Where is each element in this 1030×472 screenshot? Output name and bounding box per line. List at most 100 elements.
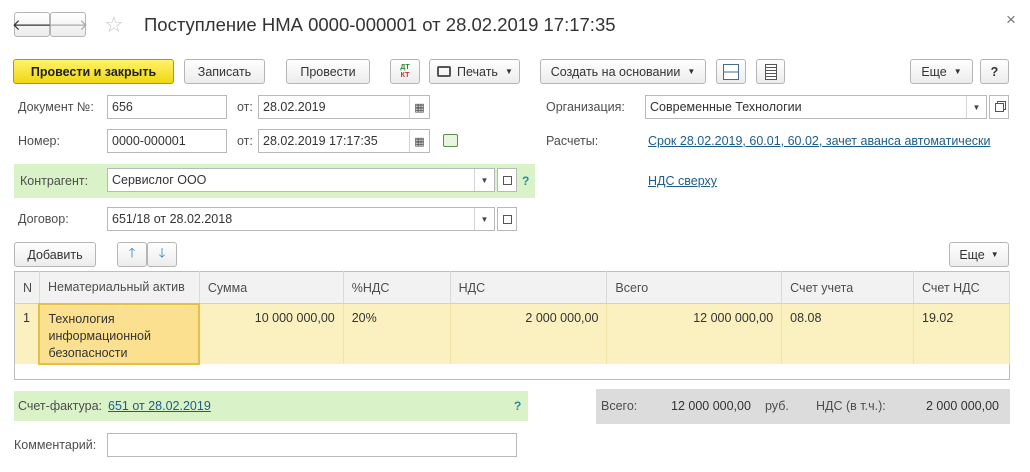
comment-field[interactable]: [107, 433, 517, 457]
number-date-label: от:: [237, 134, 253, 148]
doc-no-label: Документ №:: [18, 100, 94, 114]
col-vat-rate[interactable]: %НДС: [343, 271, 451, 304]
vat-total-label: НДС (в т.ч.):: [816, 399, 886, 413]
contract-field[interactable]: 651/18 от 28.02.2018 ▼: [107, 207, 495, 231]
chevron-down-icon[interactable]: ▼: [474, 169, 494, 191]
counterparty-value: Сервислог ООО: [112, 173, 207, 187]
more-button[interactable]: Еще ▼: [910, 59, 973, 84]
settlements-link[interactable]: Срок 28.02.2019, 60.01, 60.02, зачет ава…: [648, 134, 990, 148]
counterparty-label: Контрагент:: [20, 174, 89, 188]
calendar-icon[interactable]: ▦: [409, 96, 429, 118]
back-button[interactable]: 🡐: [11, 12, 53, 37]
invoice-label: Счет-фактура:: [18, 399, 103, 413]
more-label: Еще: [921, 64, 947, 79]
open-icon: [994, 102, 1004, 112]
print-button[interactable]: Печать ▼: [429, 59, 520, 84]
number-label: Номер:: [18, 134, 60, 148]
table-row[interactable]: 1 Технология информационной безопасности…: [14, 302, 1010, 365]
assets-table: N Нематериальный актив Сумма %НДС НДС Вс…: [14, 271, 1010, 380]
create-based-label: Создать на основании: [550, 64, 681, 79]
doc-no-field[interactable]: 656: [107, 95, 227, 119]
structure-icon: [723, 63, 739, 80]
forward-button[interactable]: 🡒: [47, 12, 89, 37]
doc-date-label: от:: [237, 100, 253, 114]
total-value: 12 000 000,00: [671, 399, 751, 413]
edit-number-icon[interactable]: [443, 134, 458, 147]
calendar-icon[interactable]: ▦: [409, 130, 429, 152]
open-contract-button[interactable]: [497, 207, 517, 231]
create-based-on-button[interactable]: Создать на основании ▼: [540, 59, 706, 84]
col-n[interactable]: N: [14, 271, 40, 304]
arrow-left-icon: 🡐: [11, 17, 53, 34]
printer-icon: [437, 66, 451, 77]
report-button[interactable]: [756, 59, 785, 84]
total-label: Всего:: [601, 399, 638, 413]
open-icon: [502, 175, 512, 185]
post-and-close-button[interactable]: Провести и закрыть: [13, 59, 174, 84]
favorite-star-icon[interactable]: ☆: [104, 12, 124, 38]
arrow-right-icon: 🡒: [47, 17, 89, 34]
chevron-down-icon: ▼: [990, 250, 999, 259]
report-icon: [764, 63, 777, 80]
comment-label: Комментарий:: [14, 438, 97, 452]
page-title: Поступление НМА 0000-000001 от 28.02.201…: [144, 14, 616, 35]
doc-date-value: 28.02.2019: [263, 100, 326, 114]
number-datetime-field[interactable]: 28.02.2019 17:17:35 ▦: [258, 129, 430, 153]
col-total[interactable]: Всего: [606, 271, 783, 304]
org-label: Организация:: [546, 100, 625, 114]
add-row-button[interactable]: Добавить: [14, 242, 96, 267]
col-vat-account[interactable]: Счет НДС: [913, 271, 1010, 304]
move-down-button[interactable]: 🡓: [147, 242, 177, 267]
col-vat[interactable]: НДС: [450, 271, 608, 304]
col-sum[interactable]: Сумма: [199, 271, 344, 304]
col-account[interactable]: Счет учета: [781, 271, 915, 304]
table-more-button[interactable]: Еще ▼: [949, 242, 1009, 267]
cell-vat-account[interactable]: 19.02: [913, 303, 1010, 364]
number-datetime-value: 28.02.2019 17:17:35: [263, 134, 378, 148]
dtkt-button[interactable]: ДТ КТ: [390, 59, 420, 84]
invoice-help-icon[interactable]: ?: [514, 399, 521, 413]
open-icon: [502, 214, 512, 224]
cell-account[interactable]: 08.08: [781, 303, 915, 364]
post-button[interactable]: Провести: [286, 59, 370, 84]
contract-value: 651/18 от 28.02.2018: [112, 212, 233, 226]
help-button[interactable]: ?: [980, 59, 1009, 84]
cell-vat[interactable]: 2 000 000,00: [450, 303, 608, 364]
cell-asset[interactable]: Технология информационной безопасности: [38, 302, 201, 365]
doc-no-value: 656: [112, 100, 133, 114]
org-value: Современные Технологии: [650, 100, 802, 114]
table-empty-row: [14, 363, 1010, 380]
cell-total[interactable]: 12 000 000,00: [606, 303, 783, 364]
doc-date-field[interactable]: 28.02.2019 ▦: [258, 95, 430, 119]
vat-total-value: 2 000 000,00: [926, 399, 999, 413]
arrow-up-icon: 🡑: [128, 244, 136, 260]
table-header-row: N Нематериальный актив Сумма %НДС НДС Вс…: [14, 271, 1010, 304]
invoice-link[interactable]: 651 от 28.02.2019: [108, 399, 211, 413]
org-field[interactable]: Современные Технологии ▼: [645, 95, 987, 119]
move-up-button[interactable]: 🡑: [117, 242, 147, 267]
contract-label: Договор:: [18, 212, 69, 226]
number-field[interactable]: 0000-000001: [107, 129, 227, 153]
save-button[interactable]: Записать: [184, 59, 265, 84]
counterparty-field[interactable]: Сервислог ООО ▼: [107, 168, 495, 192]
vat-on-top-link[interactable]: НДС сверху: [648, 174, 717, 188]
cell-n[interactable]: 1: [14, 303, 40, 364]
table-more-label: Еще: [959, 247, 985, 262]
print-label: Печать: [457, 64, 498, 79]
cell-sum[interactable]: 10 000 000,00: [199, 303, 344, 364]
col-asset[interactable]: Нематериальный актив: [39, 271, 200, 304]
cell-vat-rate[interactable]: 20%: [343, 303, 451, 364]
close-icon[interactable]: ×: [1006, 10, 1016, 30]
open-counterparty-button[interactable]: [497, 168, 517, 192]
structure-button[interactable]: [716, 59, 746, 84]
dtkt-icon: ДТ КТ: [400, 63, 410, 79]
number-value: 0000-000001: [112, 134, 186, 148]
chevron-down-icon: ▼: [687, 67, 696, 76]
arrow-down-icon: 🡓: [158, 244, 166, 260]
currency-label: руб.: [765, 399, 789, 413]
counterparty-help-icon[interactable]: ?: [522, 174, 529, 188]
chevron-down-icon[interactable]: ▼: [474, 208, 494, 230]
open-org-button[interactable]: [989, 95, 1009, 119]
chevron-down-icon: ▼: [504, 67, 513, 76]
chevron-down-icon[interactable]: ▼: [966, 96, 986, 118]
